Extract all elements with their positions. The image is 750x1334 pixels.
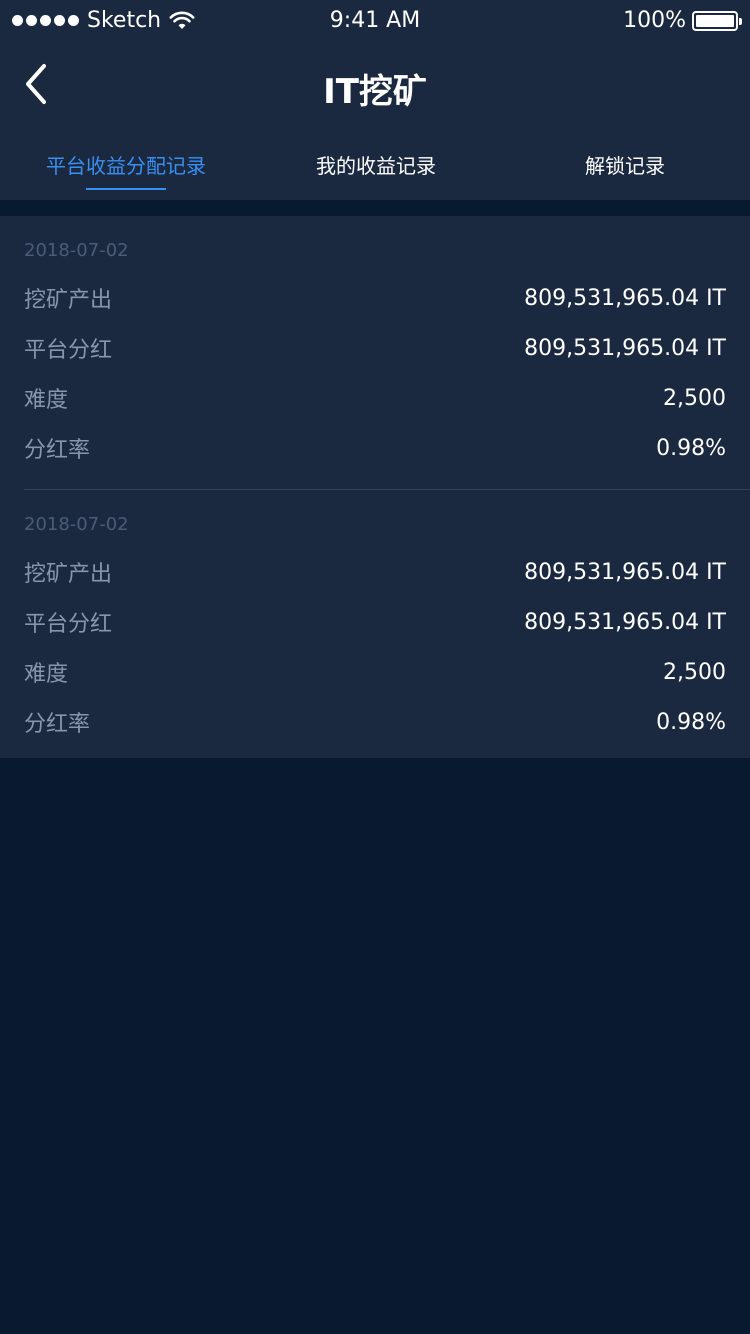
record-date: 2018-07-02 [24, 240, 129, 261]
row-value: 2,500 [663, 659, 726, 685]
tab-bar: 平台收益分配记录 我的收益记录 解锁记录 [0, 130, 750, 200]
row-value: 809,531,965.04 IT [524, 335, 726, 361]
tab-label: 我的收益记录 [316, 154, 436, 178]
record-row-difficulty: 难度 2,500 [24, 652, 726, 692]
record-row-dividend-rate: 分红率 0.98% [24, 428, 726, 468]
row-value: 0.98% [656, 435, 726, 461]
record-date: 2018-07-02 [24, 514, 129, 535]
record-row-platform-dividend: 平台分红 809,531,965.04 IT [24, 328, 726, 368]
record-row-difficulty: 难度 2,500 [24, 378, 726, 418]
nav-bar: IT挖矿 [0, 40, 750, 130]
tab-my-earnings[interactable]: 我的收益记录 [252, 150, 500, 200]
tab-active-indicator [86, 188, 166, 190]
status-bar: Sketch 9:41 AM 100% [0, 0, 750, 40]
record-item: 2018-07-02 挖矿产出 809,531,965.04 IT 平台分红 8… [0, 216, 750, 490]
tab-label: 平台收益分配记录 [46, 154, 206, 178]
row-label: 难度 [24, 662, 69, 687]
row-label: 挖矿产出 [24, 288, 113, 313]
row-value: 809,531,965.04 IT [524, 559, 726, 585]
row-value: 2,500 [663, 385, 726, 411]
row-value: 0.98% [656, 709, 726, 735]
record-row-platform-dividend: 平台分红 809,531,965.04 IT [24, 602, 726, 642]
record-item: 2018-07-02 挖矿产出 809,531,965.04 IT 平台分红 8… [0, 490, 750, 758]
battery-percent: 100% [623, 8, 686, 33]
record-row-mining-output: 挖矿产出 809,531,965.04 IT [24, 278, 726, 318]
tab-platform-earnings[interactable]: 平台收益分配记录 [0, 150, 252, 200]
records-list: 2018-07-02 挖矿产出 809,531,965.04 IT 平台分红 8… [0, 216, 750, 758]
row-label: 平台分红 [24, 612, 113, 637]
row-label: 挖矿产出 [24, 562, 113, 587]
row-label: 平台分红 [24, 338, 113, 363]
row-label: 难度 [24, 388, 69, 413]
tab-unlock-records[interactable]: 解锁记录 [500, 150, 750, 200]
page-title: IT挖矿 [323, 72, 427, 112]
battery-icon [692, 10, 742, 31]
row-label: 分红率 [24, 712, 91, 737]
record-row-mining-output: 挖矿产出 809,531,965.04 IT [24, 552, 726, 592]
row-value: 809,531,965.04 IT [524, 609, 726, 635]
status-right: 100% [623, 8, 742, 33]
header-panel: Sketch 9:41 AM 100% IT挖矿 平台收益分配记录 我的收益记录… [0, 0, 750, 200]
tab-label: 解锁记录 [585, 154, 665, 178]
record-row-dividend-rate: 分红率 0.98% [24, 702, 726, 742]
row-value: 809,531,965.04 IT [524, 285, 726, 311]
row-label: 分红率 [24, 438, 91, 463]
